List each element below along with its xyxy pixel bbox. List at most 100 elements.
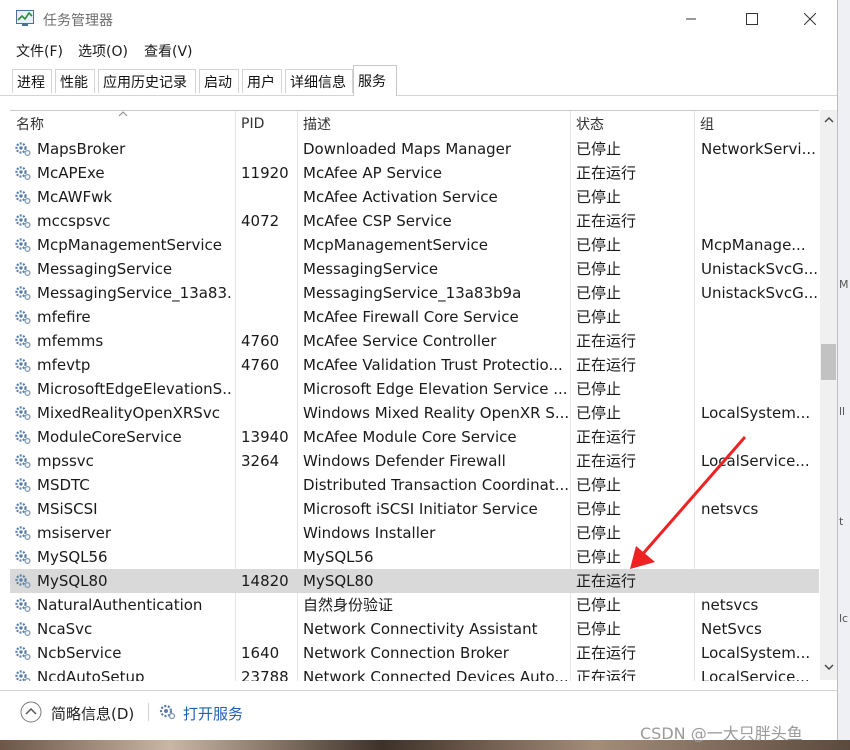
service-pid <box>241 281 295 305</box>
table-row[interactable]: MicrosoftEdgeElevationS... Microsoft Edge… <box>10 377 819 401</box>
service-description: Windows Mixed Reality OpenXR S... <box>303 404 568 422</box>
scroll-up-icon[interactable] <box>824 116 834 123</box>
fewer-details-button[interactable]: 简略信息(D) <box>51 703 134 724</box>
tab-users[interactable]: 用户 <box>242 69 282 93</box>
tab-performance[interactable]: 性能 <box>55 69 95 93</box>
table-row[interactable]: msiserver Windows Installer 已停止 <box>10 521 819 545</box>
service-description: McAfee Module Core Service <box>303 428 517 446</box>
table-row[interactable]: McAWFwk McAfee Activation Service 已停止 <box>10 185 819 209</box>
service-description: Distributed Transaction Coordinat... <box>303 476 568 494</box>
service-group <box>701 185 817 209</box>
table-row[interactable]: MessagingService_13a83... MessagingServic… <box>10 281 819 305</box>
table-row[interactable]: McAPExe 11920 McAfee AP Service 正在运行 <box>10 161 819 185</box>
service-status: 已停止 <box>576 140 622 158</box>
table-row[interactable]: MySQL80 14820 MySQL80 正在运行 <box>10 569 819 593</box>
task-manager-window: 任务管理器 文件(F) 选项(O) 查看(V) 进程 性能 应用历史记录 启动 … <box>0 0 838 740</box>
service-gear-icon <box>15 526 31 541</box>
scroll-down-icon[interactable] <box>824 664 834 671</box>
table-row[interactable]: MixedRealityOpenXRSvc Windows Mixed Reali… <box>10 401 819 425</box>
service-pid <box>241 473 295 497</box>
service-group: LocalService... <box>701 452 810 470</box>
service-status: 已停止 <box>576 380 622 398</box>
service-description: Network Connection Broker <box>303 644 509 662</box>
service-description: McAfee Validation Trust Protectio... <box>303 356 563 374</box>
service-name: MySQL80 <box>37 572 108 590</box>
menu-file[interactable]: 文件(F) <box>16 41 63 61</box>
service-name: MySQL56 <box>37 548 108 566</box>
sort-up-icon <box>118 111 128 117</box>
table-row[interactable]: mfefire McAfee Firewall Core Service 已停止 <box>10 305 819 329</box>
tab-services[interactable]: 服务 <box>353 65 397 96</box>
service-name: NcbService <box>37 644 122 662</box>
table-row[interactable]: NcbService 1640 Network Connection Broker 正… <box>10 641 819 665</box>
service-status: 已停止 <box>576 188 622 206</box>
table-row[interactable]: MSDTC Distributed Transaction Coordinat..… <box>10 473 819 497</box>
service-pid: 4072 <box>241 212 280 230</box>
tab-processes[interactable]: 进程 <box>12 69 52 93</box>
column-header-group[interactable]: 组 <box>694 111 819 137</box>
maximize-button[interactable] <box>729 0 775 38</box>
service-group: McpManage... <box>701 236 806 254</box>
service-pid <box>241 545 295 569</box>
service-status: 已停止 <box>576 260 622 278</box>
table-row[interactable]: McpManagementService McpManagementService… <box>10 233 819 257</box>
service-description: MySQL80 <box>303 572 374 590</box>
service-gear-icon <box>15 598 31 613</box>
service-pid <box>241 593 295 617</box>
fewer-details-chevron-icon[interactable] <box>20 701 42 723</box>
menu-options[interactable]: 选项(O) <box>78 41 128 61</box>
service-name: McAPExe <box>37 164 105 182</box>
service-name: msiserver <box>37 524 112 542</box>
service-description: Downloaded Maps Manager <box>303 140 512 158</box>
service-status: 已停止 <box>576 620 622 638</box>
table-row[interactable]: mccspsvc 4072 McAfee CSP Service 正在运行 <box>10 209 819 233</box>
vertical-scrollbar[interactable] <box>820 110 837 680</box>
column-header-pid[interactable]: PID <box>235 111 297 137</box>
table-row[interactable]: mfevtp 4760 McAfee Validation Trust Protec… <box>10 353 819 377</box>
service-gear-icon <box>15 574 31 589</box>
open-services-link[interactable]: 打开服务 <box>183 703 243 724</box>
service-group <box>701 209 817 233</box>
background-text-fragment: lc <box>839 612 849 625</box>
service-description: Network Connected Devices Auto... <box>303 668 568 681</box>
table-row[interactable]: NcaSvc Network Connectivity Assistant 已停止 N… <box>10 617 819 641</box>
table-row[interactable]: NaturalAuthentication 自然身份验证 已停止 netsvcs <box>10 593 819 617</box>
service-description: McAfee AP Service <box>303 164 442 182</box>
table-row[interactable]: MapsBroker Downloaded Maps Manager 已停止 Netw… <box>10 137 819 161</box>
background-text-fragment: t <box>839 515 844 528</box>
service-gear-icon <box>15 382 31 397</box>
service-description: MessagingService <box>303 260 439 278</box>
column-header-status[interactable]: 状态 <box>570 111 694 137</box>
table-row[interactable]: ModuleCoreService 13940 McAfee Module Core… <box>10 425 819 449</box>
service-gear-icon <box>15 550 31 565</box>
service-pid <box>241 185 295 209</box>
service-pid: 14820 <box>241 572 289 590</box>
tab-details[interactable]: 详细信息 <box>285 69 353 93</box>
table-row[interactable]: MessagingService MessagingService 已停止 Unist… <box>10 257 819 281</box>
service-status: 已停止 <box>576 404 622 422</box>
table-row[interactable]: NcdAutoSetup 23788 Network Connected Devic… <box>10 665 819 681</box>
minimize-button[interactable] <box>668 0 714 38</box>
service-pid: 23788 <box>241 668 289 681</box>
service-name: mccspsvc <box>37 212 111 230</box>
service-status: 正在运行 <box>576 428 637 446</box>
tab-app-history[interactable]: 应用历史记录 <box>98 69 196 93</box>
table-row[interactable]: mpssvc 3264 Windows Defender Firewall 正在运行 L… <box>10 449 819 473</box>
service-status: 正在运行 <box>576 164 637 182</box>
menu-view[interactable]: 查看(V) <box>144 41 193 61</box>
table-row[interactable]: MySQL56 MySQL56 已停止 <box>10 545 819 569</box>
tab-startup[interactable]: 启动 <box>199 69 239 93</box>
column-header-name[interactable]: 名称 <box>10 111 235 137</box>
service-pid <box>241 377 295 401</box>
service-group <box>701 425 817 449</box>
background-text-fragment: ll <box>839 405 846 418</box>
scrollbar-thumb[interactable] <box>821 344 836 380</box>
table-row[interactable]: mfemms 4760 McAfee Service Controller 正在运行 <box>10 329 819 353</box>
service-group: LocalSystem... <box>701 404 811 422</box>
service-gear-icon <box>15 358 31 373</box>
service-group <box>701 161 817 185</box>
column-header-description[interactable]: 描述 <box>297 111 570 137</box>
service-gear-icon <box>15 190 31 205</box>
close-button[interactable] <box>787 0 833 38</box>
table-row[interactable]: MSiSCSI Microsoft iSCSI Initiator Service… <box>10 497 819 521</box>
